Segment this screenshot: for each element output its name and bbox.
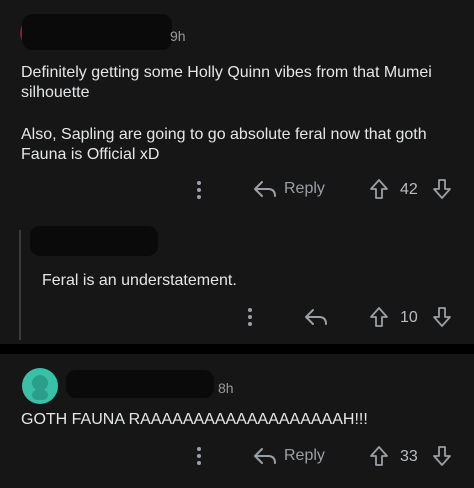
reply-icon — [305, 309, 327, 325]
comment-card-3: 8h GOTH FAUNA RAAAAAAAAAAAAAAAAAAAH!!! R… — [0, 354, 474, 488]
downvote-icon — [433, 179, 451, 199]
more-options-button[interactable] — [194, 179, 204, 201]
reply-label: Reply — [284, 447, 325, 464]
comment-body-line-4: Fauna is Official xD — [21, 146, 160, 163]
thread-line[interactable] — [19, 230, 21, 340]
downvote-icon — [433, 307, 451, 327]
comment-body-line-1: GOTH FAUNA RAAAAAAAAAAAAAAAAAAAH!!! — [21, 411, 368, 428]
comment-card-2: Feral is an understatement. 10 — [0, 222, 474, 344]
reply-label: Reply — [284, 180, 325, 197]
vote-count: 10 — [400, 309, 418, 326]
more-options-button[interactable] — [194, 445, 204, 467]
more-icon — [197, 447, 201, 465]
downvote-button[interactable] — [432, 178, 452, 200]
reply-icon — [254, 181, 276, 197]
upvote-button[interactable] — [369, 445, 389, 467]
reply-button[interactable]: Reply — [252, 445, 325, 467]
redacted-username — [22, 14, 172, 50]
more-options-button[interactable] — [245, 306, 255, 328]
comment-timestamp: 9h — [170, 28, 186, 44]
comment-body-line-1: Feral is an understatement. — [42, 272, 237, 289]
comment-card-1: 9h Definitely getting some Holly Quinn v… — [0, 0, 474, 222]
upvote-button[interactable] — [369, 178, 389, 200]
more-icon — [248, 308, 252, 326]
comment-body-line-2: silhouette — [21, 84, 90, 101]
upvote-icon — [370, 307, 388, 327]
reply-icon — [254, 448, 276, 464]
reply-button[interactable] — [303, 306, 329, 328]
upvote-icon — [370, 179, 388, 199]
comment-body-line-3: Also, Sapling are going to go absolute f… — [21, 126, 427, 143]
upvote-button[interactable] — [369, 306, 389, 328]
redacted-username — [66, 370, 214, 398]
downvote-button[interactable] — [432, 306, 452, 328]
comment-divider — [0, 344, 474, 354]
downvote-icon — [433, 446, 451, 466]
upvote-icon — [370, 446, 388, 466]
downvote-button[interactable] — [432, 445, 452, 467]
comment-body-line-1: Definitely getting some Holly Quinn vibe… — [21, 64, 432, 81]
redacted-username — [30, 226, 158, 256]
comment-timestamp: 8h — [218, 380, 234, 396]
vote-count: 33 — [400, 448, 418, 465]
vote-count: 42 — [400, 181, 418, 198]
more-icon — [197, 181, 201, 199]
reply-button[interactable]: Reply — [252, 178, 325, 200]
avatar-icon — [32, 375, 48, 400]
author-avatar[interactable] — [22, 368, 58, 404]
